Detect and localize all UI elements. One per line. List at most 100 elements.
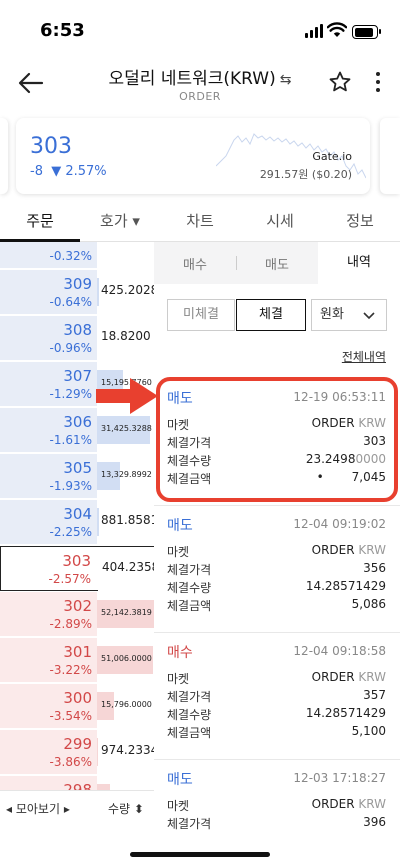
market-value: ORDER KRW xyxy=(311,797,386,811)
orderbook-percent: -3.54% xyxy=(49,709,92,723)
orderbook-price: 298 xyxy=(63,781,92,790)
orderbook-price: 306 xyxy=(63,413,92,431)
trade-type: 매도 xyxy=(167,772,193,788)
chevron-down-icon xyxy=(363,312,375,320)
orderbook-volume: 881.8581 xyxy=(101,513,154,527)
trade-date: 12-04 09:18:58 xyxy=(293,644,386,658)
qty-value: 14.28571429 xyxy=(305,579,386,593)
filter-filled[interactable]: 체결 xyxy=(236,299,306,331)
qty-label: 체결수량 xyxy=(167,581,212,595)
orderbook-volume: 31,425.3288 xyxy=(101,424,152,433)
orderbook-volume: 18.8200 xyxy=(101,329,151,343)
market-label: 마켓 xyxy=(167,672,190,686)
orderbook-row[interactable]: 299 -3.86% 974.2334 xyxy=(0,730,154,775)
red-arrow-annotation xyxy=(96,378,158,414)
trade-date: 12-04 09:19:02 xyxy=(293,517,386,531)
orderbook-percent: -1.61% xyxy=(49,433,92,447)
orderbook-price: 302 xyxy=(63,597,92,615)
market-unit: KRW xyxy=(358,670,386,684)
order-subtabs: 매수 매도 내역 xyxy=(154,242,400,284)
depth-bar xyxy=(97,508,99,536)
trade-card[interactable]: 매도 12-03 17:18:27 마켓 ORDER KRW 체결가격 396 xyxy=(154,761,400,866)
next-card-edge[interactable] xyxy=(380,118,400,194)
orderbook-row[interactable]: 300 -3.54% 15,796.0000 xyxy=(0,684,154,729)
orderbook-volume: 13,329.8992 xyxy=(101,470,152,479)
volume-cell xyxy=(97,242,154,268)
amount-label: 체결금액 xyxy=(167,726,212,740)
orderbook-percent: -2.25% xyxy=(49,525,92,539)
amount-value: 5,100 xyxy=(351,724,386,738)
app-header: 오덜리 네트워크(KRW) ⇆ ORDER xyxy=(0,58,400,108)
market-label: 마켓 xyxy=(167,545,190,559)
orderbook-volume: 52,142.3819 xyxy=(101,608,152,617)
orderbook-row[interactable]: -0.32% xyxy=(0,242,154,269)
orderbook-price: 304 xyxy=(63,505,92,523)
subtab-history[interactable]: 내역 xyxy=(318,242,400,284)
trade-divider xyxy=(154,632,400,633)
orderbook-footer: ◂ 모아보기 ▸ 수량 ⬍ xyxy=(0,790,154,826)
orderbook-row[interactable]: 305 -1.93% 13,329.8992 xyxy=(0,454,154,499)
depth-bar xyxy=(97,738,98,766)
orderbook-price: 305 xyxy=(63,459,92,477)
change-percent: ▼ 2.57% xyxy=(51,164,107,179)
tab-orderbook[interactable]: 호가 ▾ xyxy=(80,210,160,231)
trade-card[interactable]: 매도 12-04 09:19:02 마켓 ORDER KRW 체결가격 356 체결수량 14… xyxy=(154,507,400,633)
more-menu-icon[interactable] xyxy=(372,72,384,96)
orderbook-row[interactable]: 304 -2.25% 881.8581 xyxy=(0,500,154,545)
market-unit: KRW xyxy=(358,797,386,811)
orderbook-percent: -0.96% xyxy=(49,341,92,355)
quantity-sort[interactable]: 수량 ⬍ xyxy=(108,800,144,817)
group-view-toggle[interactable]: ◂ 모아보기 ▸ xyxy=(6,800,70,817)
orderbook-current-row[interactable]: 303 -2.57% 404.2358 xyxy=(0,546,154,591)
orderbook-row[interactable]: 302 -2.89% 52,142.3819 xyxy=(0,592,154,637)
orderbook-row[interactable]: 308 -0.96% 18.8200 xyxy=(0,316,154,361)
wifi-icon xyxy=(327,22,347,37)
orderbook-price: 308 xyxy=(63,321,92,339)
tab-order[interactable]: 주문 xyxy=(0,210,80,231)
orderbook-row[interactable]: 29811,265.9675 xyxy=(0,776,154,790)
subtab-sell[interactable]: 매도 xyxy=(236,254,318,273)
orderbook-percent: -0.64% xyxy=(49,295,92,309)
battery-icon xyxy=(352,25,381,39)
orderbook-percent: -2.57% xyxy=(48,572,91,586)
signal-icon xyxy=(305,24,323,38)
market-unit: KRW xyxy=(358,543,386,557)
trade-divider xyxy=(154,759,400,760)
tab-info[interactable]: 정보 xyxy=(320,210,400,231)
highlight-box-annotation xyxy=(156,377,398,502)
orderbook-price: 303 xyxy=(62,552,91,570)
favorite-star-icon[interactable] xyxy=(328,70,352,94)
status-time: 6:53 xyxy=(40,20,85,41)
orderbook-percent: -2.89% xyxy=(49,617,92,631)
market-value: ORDER KRW xyxy=(311,670,386,684)
prev-card-edge[interactable] xyxy=(0,118,8,194)
orderbook-percent: -0.32% xyxy=(49,249,92,263)
current-price: 303 xyxy=(30,134,72,159)
price-card[interactable]: 303 -8 ▼ 2.57% Gate.io 291.57원 ($0.20) xyxy=(16,118,370,194)
currency-select[interactable]: 원화 xyxy=(311,299,387,331)
orderbook-volume: 425.2028 xyxy=(101,283,154,297)
tab-market[interactable]: 시세 xyxy=(240,210,320,231)
krw-price: 291.57원 ($0.20) xyxy=(259,168,352,181)
depth-bar xyxy=(97,278,99,306)
market-label: 마켓 xyxy=(167,799,190,813)
orderbook-row[interactable]: 309 -0.64% 425.2028 xyxy=(0,270,154,315)
orderbook-volume: 51,006.0000 xyxy=(101,654,152,663)
orderbook-volume: 974.2334 xyxy=(101,743,154,757)
trade-card[interactable]: 매수 12-04 09:18:58 마켓 ORDER KRW 체결가격 357 체결수량 14… xyxy=(154,634,400,760)
subtab-buy[interactable]: 매수 xyxy=(154,254,236,273)
main-tabs: 주문 호가 ▾ 차트 시세 정보 xyxy=(0,200,400,242)
exchange-name: Gate.io xyxy=(312,150,352,163)
orderbook-percent: -1.93% xyxy=(49,479,92,493)
orderbook-row[interactable]: 301 -3.22% 51,006.0000 xyxy=(0,638,154,683)
currency-select-value: 원화 xyxy=(320,307,344,322)
orderbook-price: 309 xyxy=(63,275,92,293)
price-label: 체결가격 xyxy=(167,563,212,577)
price-value: 396 xyxy=(363,815,386,829)
filter-unfilled[interactable]: 미체결 xyxy=(167,299,235,331)
swap-icon[interactable]: ⇆ xyxy=(280,72,292,88)
all-history-link[interactable]: 전체내역 xyxy=(342,348,386,365)
orderbook-percent: -3.22% xyxy=(49,663,92,677)
tab-chart[interactable]: 차트 xyxy=(160,210,240,231)
qty-value: 14.28571429 xyxy=(305,706,386,720)
